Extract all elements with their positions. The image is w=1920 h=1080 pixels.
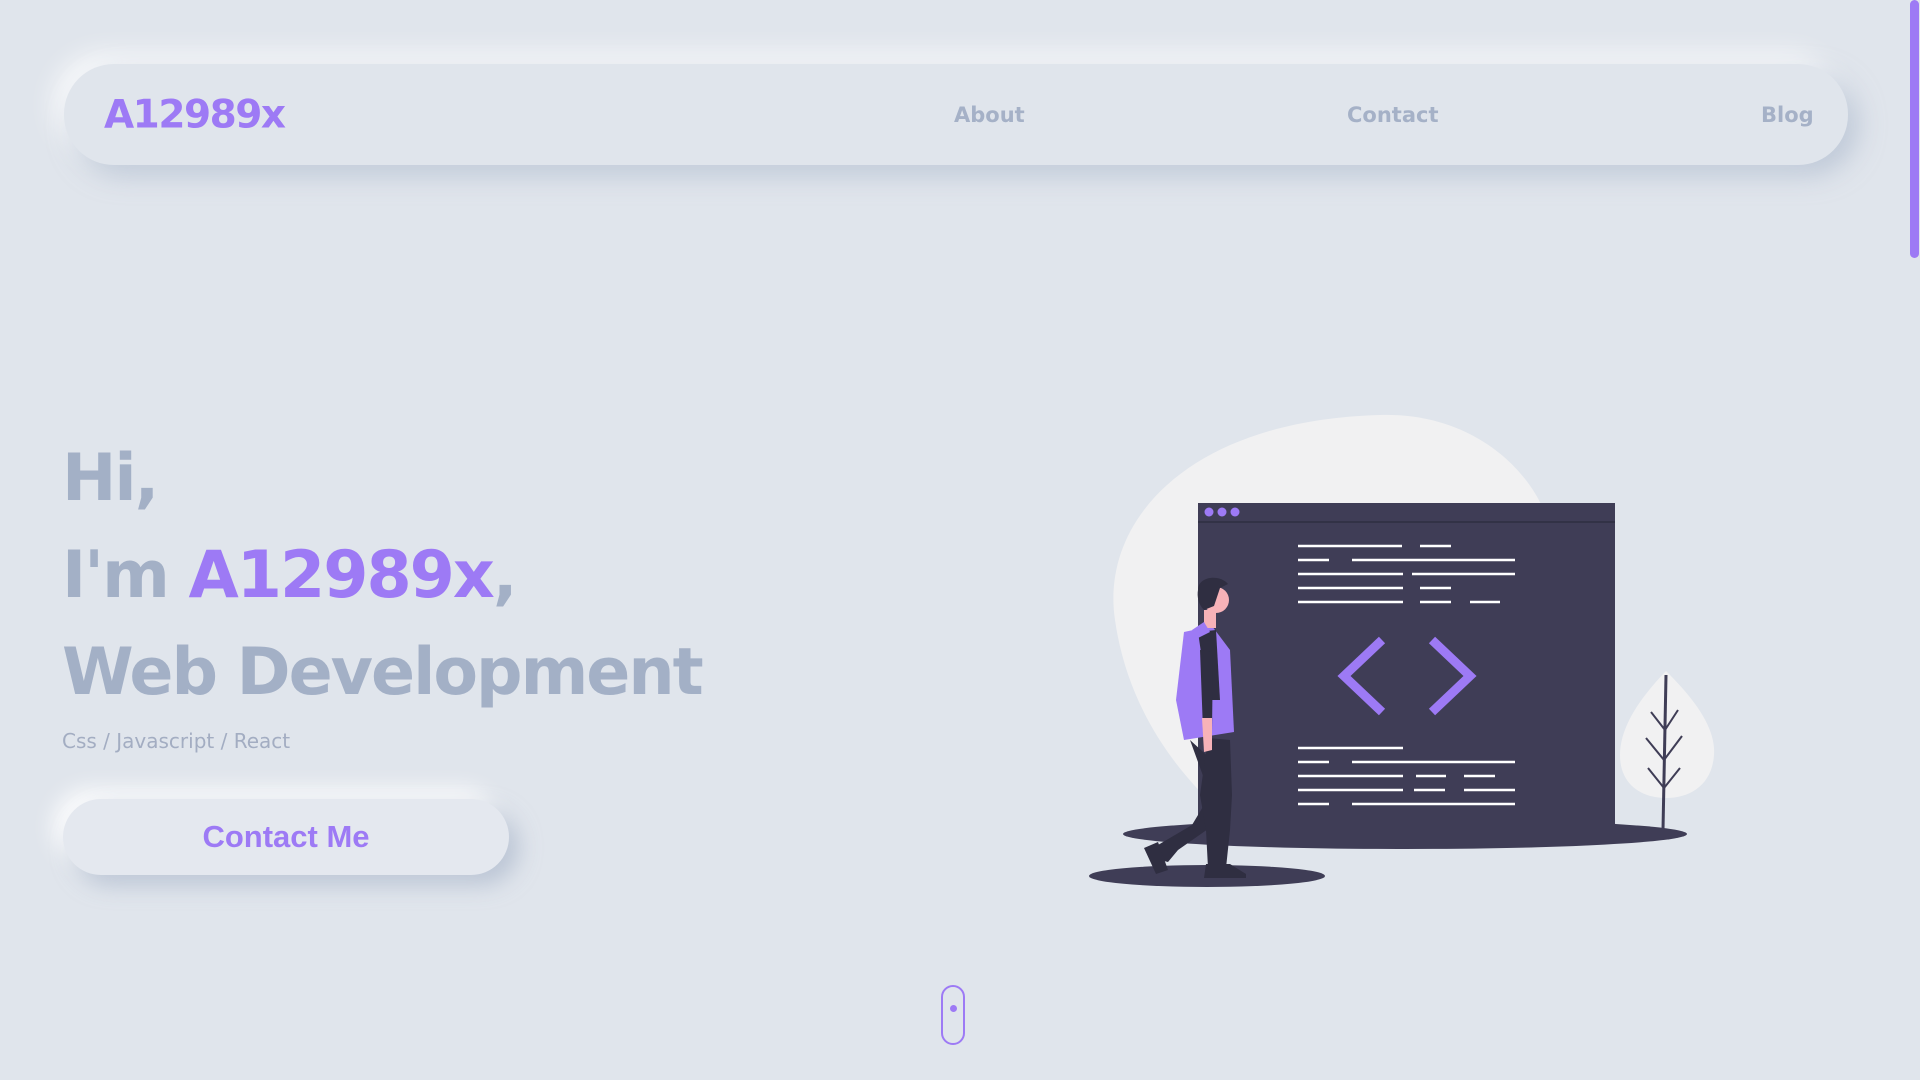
tree-icon xyxy=(1620,671,1715,831)
mouse-scroll-icon[interactable] xyxy=(941,985,965,1045)
nav-link-blog[interactable]: Blog xyxy=(1761,103,1814,127)
hero-section: Hi, I'm A12989x, Web Development Css / J… xyxy=(62,430,704,753)
hero-name: A12989x xyxy=(188,538,494,613)
hero-illustration xyxy=(1089,414,1715,887)
top-navbar: A12989x About Contact Blog xyxy=(64,64,1848,165)
hero-role: Web Development xyxy=(62,635,704,710)
contact-me-button[interactable]: Contact Me xyxy=(63,799,509,875)
hero-intro-suffix: , xyxy=(492,538,518,613)
window-dot-2 xyxy=(1217,507,1227,517)
page-scrollbar[interactable] xyxy=(1908,0,1920,1080)
landing-page: A12989x About Contact Blog Hi, I'm A1298… xyxy=(0,0,1920,1080)
nav-link-contact[interactable]: Contact xyxy=(1347,103,1439,127)
nav-link-about[interactable]: About xyxy=(954,103,1025,127)
hero-skills: Css / Javascript / React xyxy=(62,729,291,753)
scrollbar-thumb[interactable] xyxy=(1910,0,1919,258)
window-dot-3 xyxy=(1230,507,1240,517)
hero-intro-prefix: I'm xyxy=(62,538,189,613)
window-dot-1 xyxy=(1204,507,1214,517)
scroll-wheel-dot xyxy=(949,1005,957,1012)
code-window xyxy=(1198,503,1615,833)
hero-greeting: Hi, xyxy=(62,441,159,516)
hero-intro: I'm A12989x, xyxy=(62,527,702,624)
brand-logo[interactable]: A12989x xyxy=(104,92,286,137)
